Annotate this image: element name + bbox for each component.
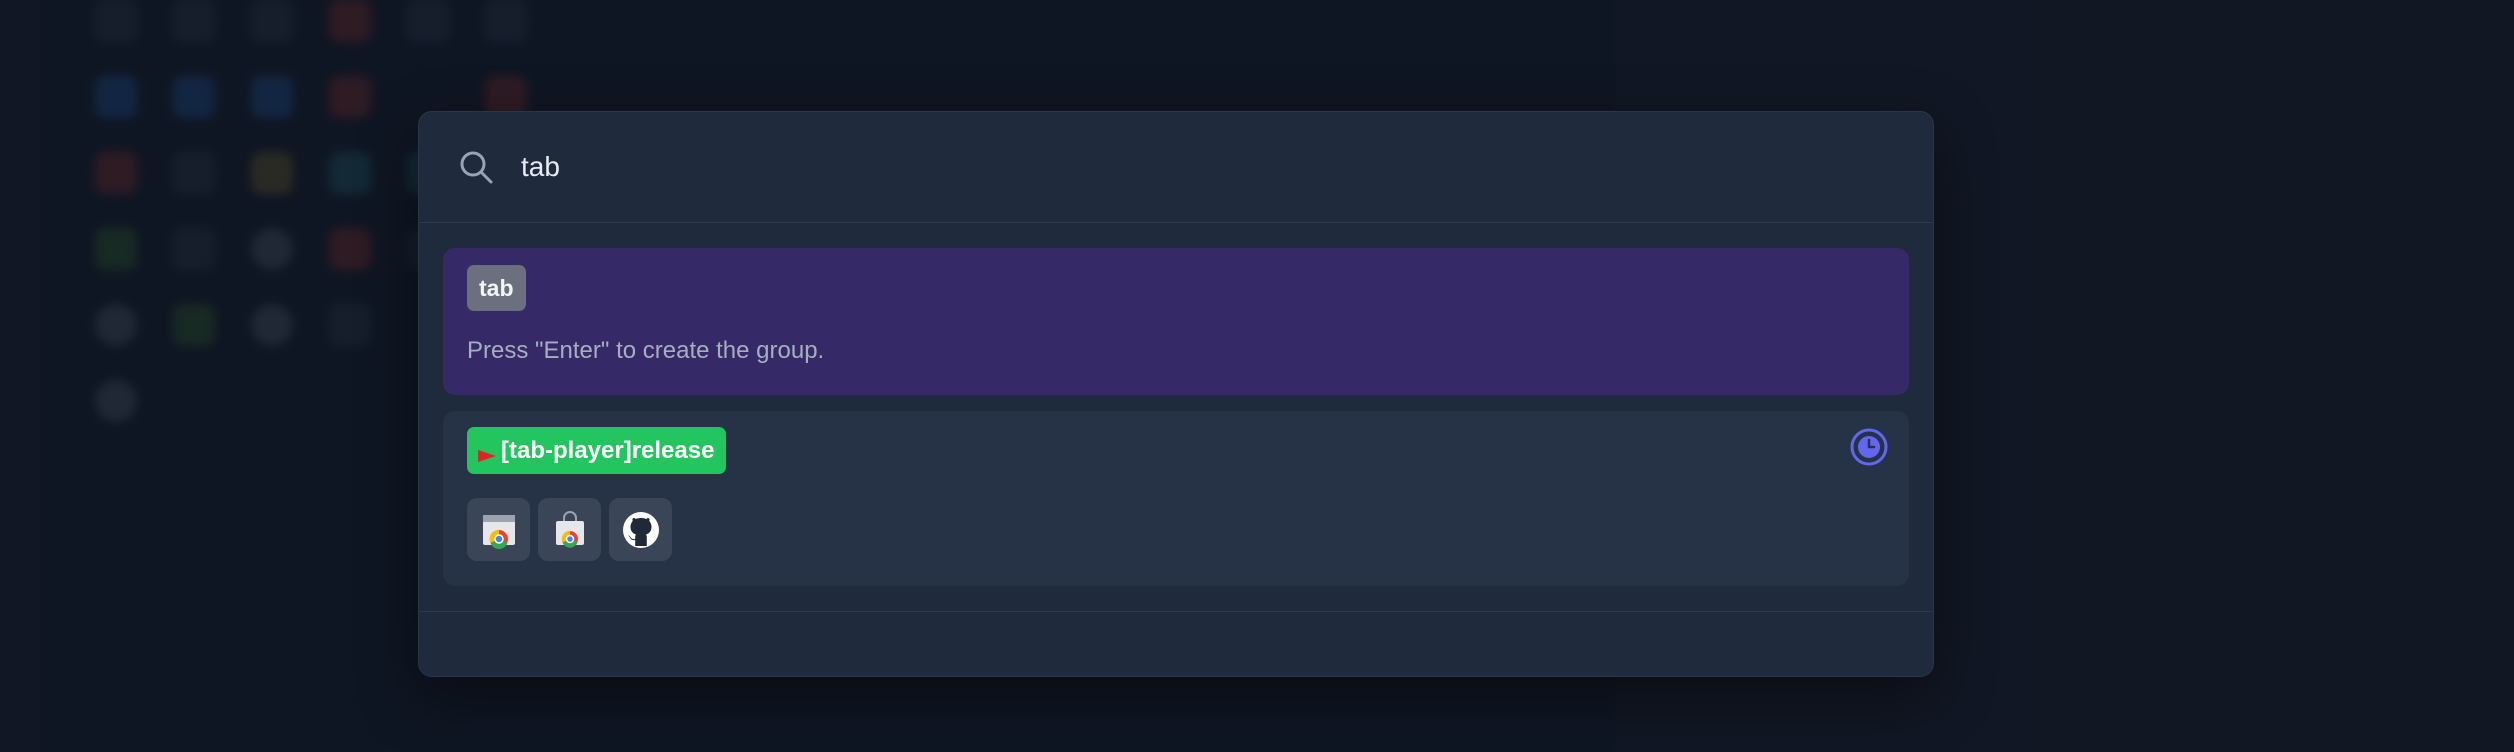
github-icon[interactable] xyxy=(609,498,672,561)
group-command-palette: tab Press "Enter" to create the group. [… xyxy=(418,111,1934,677)
group-label: [tab-player]release xyxy=(501,437,715,464)
clock-icon[interactable] xyxy=(1849,427,1889,467)
search-icon xyxy=(457,148,495,186)
create-group-hint: Press "Enter" to create the group. xyxy=(467,337,825,364)
results-list: tab Press "Enter" to create the group. [… xyxy=(419,223,1933,586)
group-label-chip: [tab-player]release xyxy=(467,427,727,474)
group-result-item[interactable]: [tab-player]release xyxy=(443,411,1909,586)
palette-footer xyxy=(419,611,1933,676)
create-group-option[interactable]: tab Press "Enter" to create the group. xyxy=(443,248,1909,395)
search-bar xyxy=(419,112,1933,223)
chrome-web-store-icon[interactable] xyxy=(467,498,530,561)
chrome-web-store-bag-icon[interactable] xyxy=(538,498,601,561)
search-input[interactable] xyxy=(521,151,1721,183)
new-group-tag: tab xyxy=(467,265,526,311)
red-flag-icon xyxy=(477,443,497,462)
group-tab-icons xyxy=(467,498,1909,561)
